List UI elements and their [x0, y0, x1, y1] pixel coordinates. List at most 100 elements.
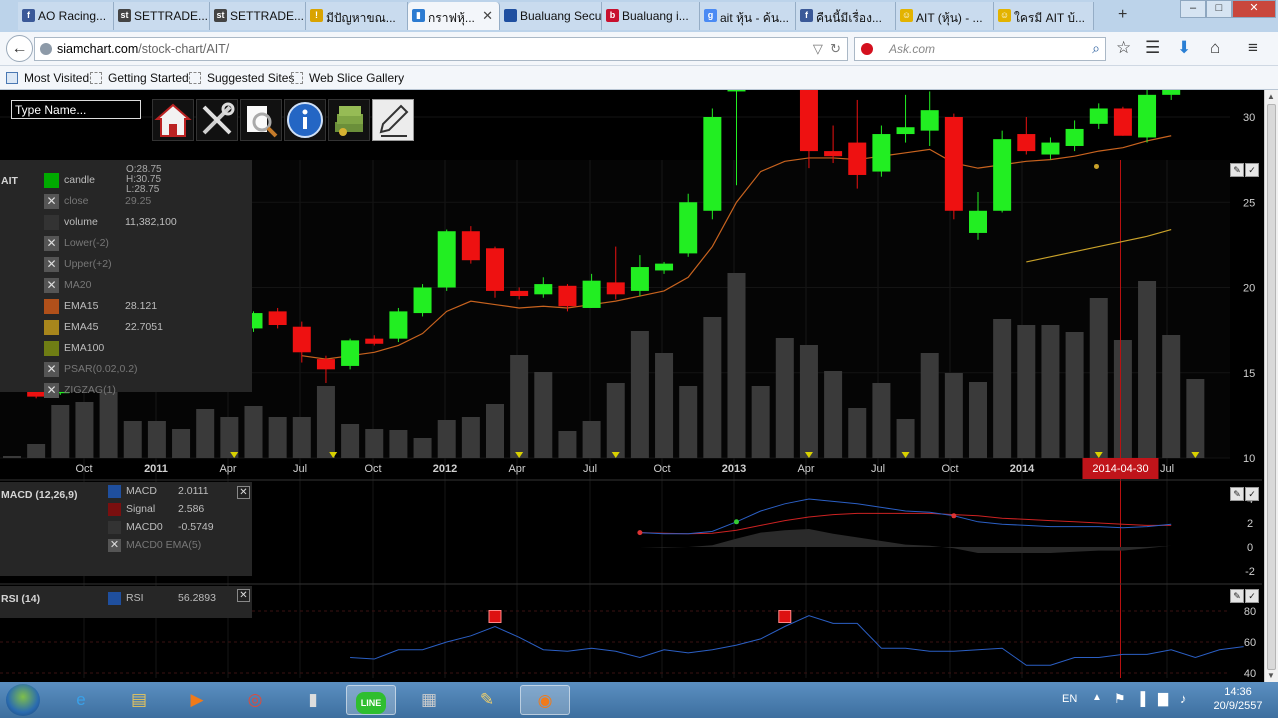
zoom-tool-button[interactable]	[240, 99, 282, 141]
tray-expand-icon[interactable]: ▲	[1092, 692, 1102, 703]
browser-tab[interactable]: g ait หุ้น - ค้น...	[700, 2, 796, 30]
scrollbar-thumb[interactable]	[1267, 104, 1276, 670]
candle-body[interactable]	[1017, 134, 1036, 152]
volume-icon[interactable]: ♪	[1180, 691, 1187, 706]
color-swatch[interactable]	[44, 215, 59, 230]
disabled-x-icon[interactable]: ✕	[108, 539, 121, 552]
macd-cross-marker[interactable]	[951, 513, 957, 519]
browser-tab[interactable]: f คืนนี้มีเรื่อง...	[796, 2, 896, 30]
candle-body[interactable]	[1162, 90, 1181, 95]
legend-row-psar-0-02-0-2-[interactable]: ✕ PSAR(0.02,0.2)	[0, 359, 252, 379]
candle-body[interactable]	[848, 142, 867, 175]
legend-row-candle[interactable]: candle	[0, 170, 252, 190]
rsi-signal-marker[interactable]	[488, 610, 502, 623]
draw-tool-button[interactable]	[372, 99, 414, 141]
download-icon[interactable]: ⬇	[1177, 38, 1191, 58]
color-swatch[interactable]	[44, 341, 59, 356]
action-center-icon[interactable]: ⚑	[1114, 691, 1126, 707]
network-icon[interactable]: ▐	[1136, 691, 1145, 706]
taskbar-app-button[interactable]: ✎	[462, 685, 512, 715]
panel-check-icon[interactable]: ✓	[1245, 589, 1259, 603]
candle-body[interactable]	[461, 231, 480, 261]
taskbar-app-button[interactable]: e	[56, 685, 106, 715]
browser-tab[interactable]: ☺ ใครมี AIT บ้...	[994, 2, 1094, 30]
legend-row-ema100[interactable]: EMA100	[0, 338, 252, 358]
browser-tab[interactable]: ! มีปัญหาขณ...	[306, 2, 408, 30]
color-swatch[interactable]	[44, 173, 59, 188]
legend-row-lower-2-[interactable]: ✕ Lower(-2)	[0, 233, 252, 253]
legend-row-close[interactable]: ✕ close 29.25	[0, 191, 252, 211]
legend-row-macd0-ema-5-[interactable]: ✕ MACD0 EMA(5)	[108, 537, 248, 555]
taskbar-app-button[interactable]: ▮	[288, 685, 338, 715]
bookmark-web-slice-gallery[interactable]: Web Slice Gallery	[291, 71, 404, 85]
candle-body[interactable]	[1065, 128, 1084, 146]
close-window-button[interactable]: ✕	[1232, 0, 1276, 18]
start-button[interactable]	[6, 684, 40, 716]
maximize-window-button[interactable]: □	[1206, 0, 1232, 18]
close-tab-icon[interactable]: ✕	[482, 8, 493, 24]
signal-icon[interactable]: ▇	[1158, 691, 1168, 707]
candle-body[interactable]	[558, 285, 577, 307]
language-indicator[interactable]: EN	[1062, 693, 1077, 705]
reload-icon[interactable]: ↻	[830, 41, 841, 56]
color-swatch[interactable]	[44, 299, 59, 314]
info-tool-button[interactable]	[284, 99, 326, 141]
clock[interactable]: 14:36 20/9/2557	[1206, 685, 1270, 713]
dropdown-icon[interactable]: ▽	[813, 41, 823, 56]
legend-row-ema15[interactable]: EMA15 28.121	[0, 296, 252, 316]
back-button[interactable]: ←	[6, 35, 33, 62]
settings-tool-button[interactable]	[196, 99, 238, 141]
color-swatch[interactable]	[108, 503, 121, 516]
bookmark-star-icon[interactable]: ☆	[1116, 38, 1131, 58]
color-swatch[interactable]	[108, 521, 121, 534]
candle-body[interactable]	[365, 338, 384, 344]
url-bar[interactable]: siamchart.com/stock-chart/AIT/ ▽ ↻	[34, 37, 848, 61]
home-icon[interactable]: ⌂	[1210, 38, 1220, 58]
minimize-window-button[interactable]: –	[1180, 0, 1206, 18]
taskbar-app-button[interactable]: ▶	[172, 685, 222, 715]
bookmarks-list-icon[interactable]: ☰	[1145, 38, 1160, 58]
candle-body[interactable]	[896, 127, 915, 135]
candle-body[interactable]	[389, 311, 408, 339]
taskbar-app-button[interactable]: LINE	[346, 685, 396, 715]
panel-edit-icon[interactable]: ✎	[1230, 589, 1244, 603]
page-scrollbar[interactable]: ▲ ▼	[1264, 90, 1278, 682]
bookmark-suggested-sites[interactable]: Suggested Sites	[189, 71, 294, 85]
candle-body[interactable]	[920, 110, 939, 131]
home-tool-button[interactable]	[152, 99, 194, 141]
candle-body[interactable]	[268, 311, 287, 326]
candle-body[interactable]	[993, 139, 1012, 211]
candle-body[interactable]	[703, 117, 722, 211]
legend-row-zigzag-1-[interactable]: ✕ ZIGZAG(1)	[0, 380, 252, 400]
candle-body[interactable]	[969, 210, 987, 233]
panel-edit-icon[interactable]: ✎	[1230, 487, 1244, 501]
legend-row-rsi[interactable]: RSI 56.2893	[108, 590, 248, 608]
color-swatch[interactable]	[108, 592, 121, 605]
scroll-down-icon[interactable]: ▼	[1267, 671, 1275, 680]
candle-body[interactable]	[655, 263, 674, 271]
search-icon[interactable]: ⌕	[1092, 40, 1100, 57]
close-macd-panel-icon[interactable]: ✕	[237, 486, 250, 499]
new-tab-icon[interactable]: +	[1118, 6, 1127, 24]
disabled-x-icon[interactable]: ✕	[44, 278, 59, 293]
taskbar-app-button[interactable]: ▦	[404, 685, 454, 715]
panel-edit-icon[interactable]: ✎	[1230, 163, 1244, 177]
symbol-name-input[interactable]	[11, 100, 141, 119]
browser-tab[interactable]: b Bualuang i...	[602, 2, 700, 30]
legend-row-signal[interactable]: Signal 2.586	[108, 501, 248, 519]
browser-tab[interactable]: Bualuang Secu...	[500, 2, 602, 30]
browser-tab[interactable]: st SETTRADE...	[114, 2, 210, 30]
macd-cross-marker[interactable]	[734, 519, 739, 525]
candle-body[interactable]	[316, 359, 335, 370]
candle-body[interactable]	[944, 117, 963, 211]
candle-body[interactable]	[1138, 94, 1157, 138]
menu-icon[interactable]: ≡	[1248, 38, 1258, 58]
candle-body[interactable]	[510, 290, 529, 297]
taskbar-app-button[interactable]: ◉	[520, 685, 570, 715]
candle-body[interactable]	[679, 202, 698, 254]
panel-check-icon[interactable]: ✓	[1245, 487, 1259, 501]
color-swatch[interactable]	[44, 320, 59, 335]
color-swatch[interactable]	[108, 485, 121, 498]
candle-body[interactable]	[437, 231, 456, 288]
browser-tab[interactable]: f AO Racing...	[18, 2, 114, 30]
